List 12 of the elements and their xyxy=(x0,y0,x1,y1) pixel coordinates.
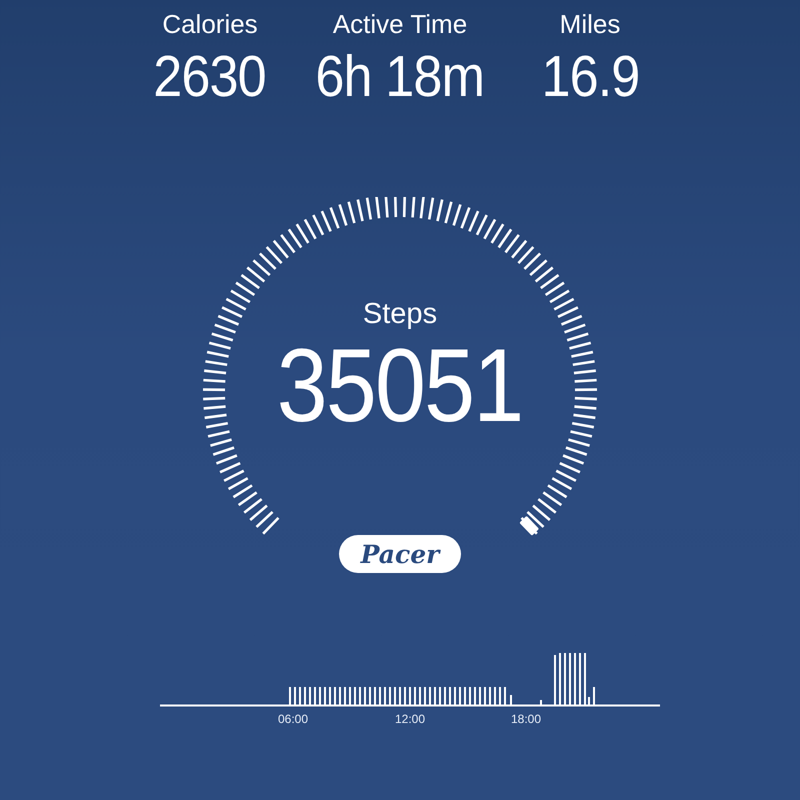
stat-label: Miles xyxy=(560,8,620,40)
time-label: 18:00 xyxy=(510,712,542,725)
steps-value: 35051 xyxy=(277,331,523,441)
brand-logo: Pacer xyxy=(339,535,461,573)
stat-label: Active Time xyxy=(332,8,468,40)
steps-label: Steps xyxy=(362,297,438,331)
stat-value: 16.9 xyxy=(541,43,639,111)
stat-label: Calories xyxy=(162,8,258,40)
time-label: 06:00 xyxy=(278,712,308,725)
stat-value: 6h 18m xyxy=(316,43,484,111)
stat-value: 2630 xyxy=(154,43,266,111)
time-label: 12:00 xyxy=(394,712,426,725)
